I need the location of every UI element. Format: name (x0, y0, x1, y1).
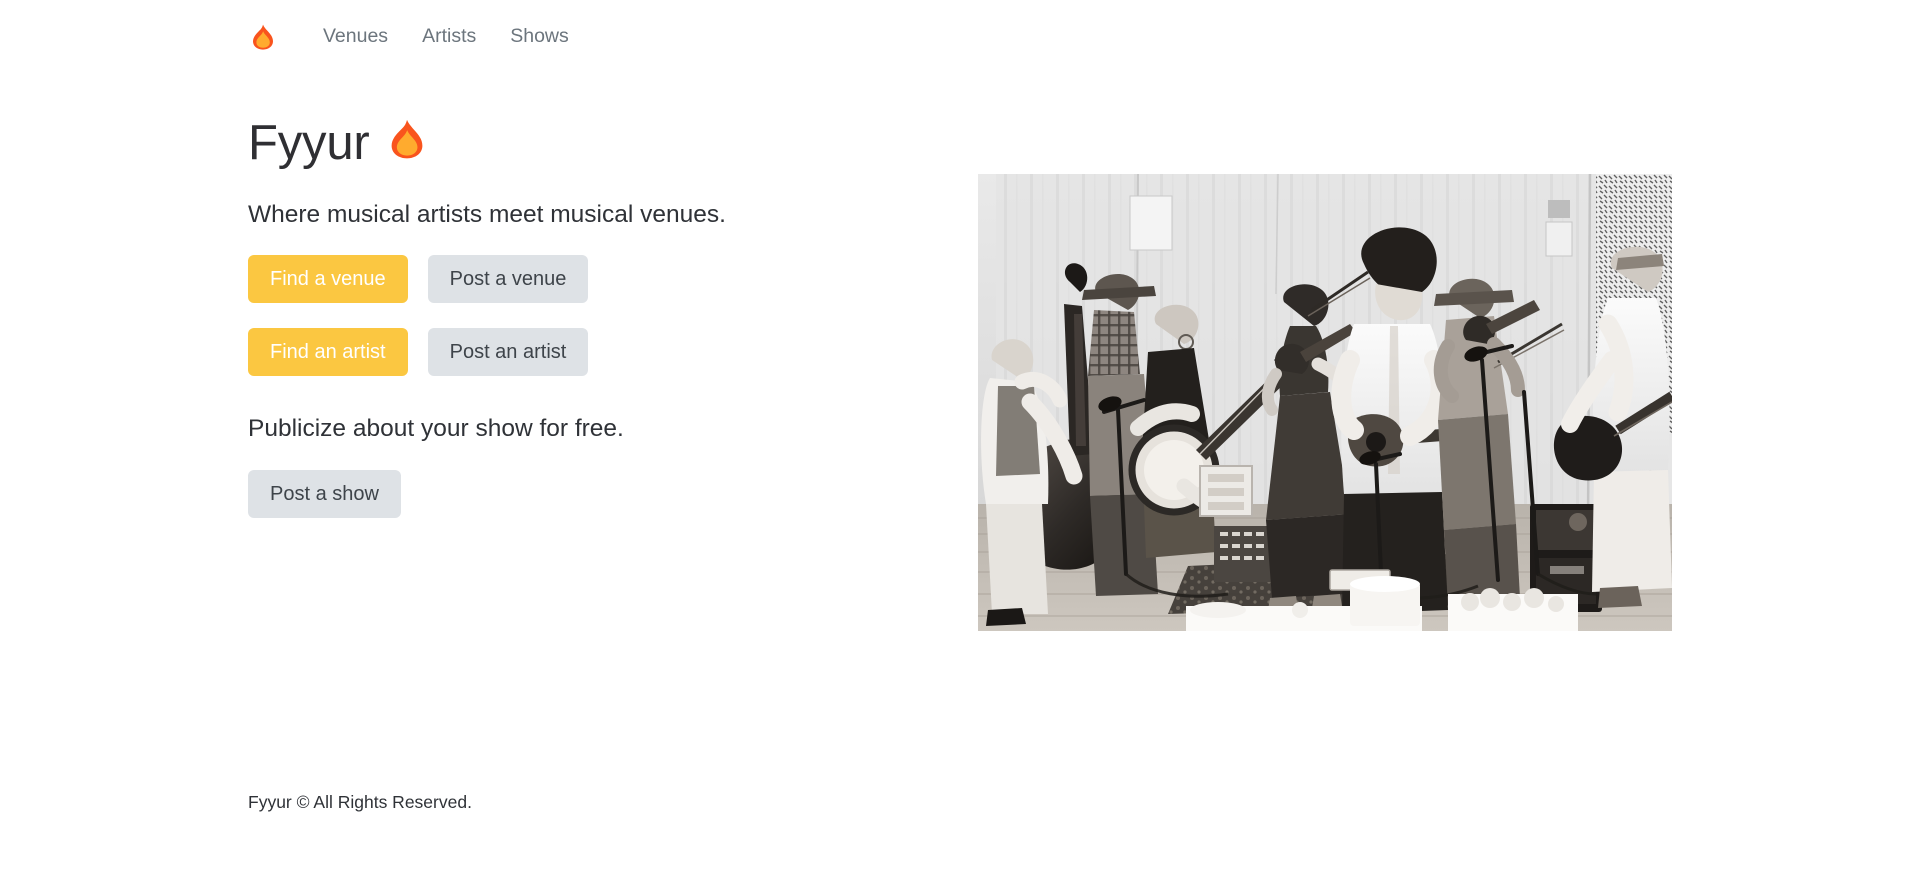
nav-link-venues[interactable]: Venues (306, 17, 405, 56)
nav-link-shows[interactable]: Shows (493, 17, 586, 56)
post-a-show-button[interactable]: Post a show (248, 470, 401, 519)
brand-logo-link[interactable] (248, 20, 278, 54)
nav-links-list: Venues Artists Shows (306, 17, 586, 56)
find-a-venue-button[interactable]: Find a venue (248, 255, 408, 304)
page-title-text: Fyyur (248, 116, 370, 170)
nav-link-artists[interactable]: Artists (405, 17, 493, 56)
flame-icon (252, 24, 274, 50)
page-footer: Fyyur © All Rights Reserved. (0, 752, 1920, 892)
nav-item-shows: Shows (493, 17, 586, 56)
post-an-artist-button[interactable]: Post an artist (427, 328, 589, 377)
find-an-artist-button[interactable]: Find an artist (248, 328, 408, 377)
page-root: Venues Artists Shows Fyyur Where musical… (0, 0, 1920, 892)
page-title: Fyyur (248, 74, 1920, 173)
main-navbar: Venues Artists Shows (0, 0, 1920, 74)
footer-copyright: Fyyur © All Rights Reserved. (248, 792, 472, 812)
flame-icon (390, 114, 424, 173)
post-a-venue-button[interactable]: Post a venue (427, 255, 589, 304)
nav-item-venues: Venues (306, 17, 405, 56)
nav-item-artists: Artists (405, 17, 493, 56)
hero-image (978, 174, 1672, 631)
hero-section: Fyyur Where musical artists meet musical… (0, 74, 1920, 631)
